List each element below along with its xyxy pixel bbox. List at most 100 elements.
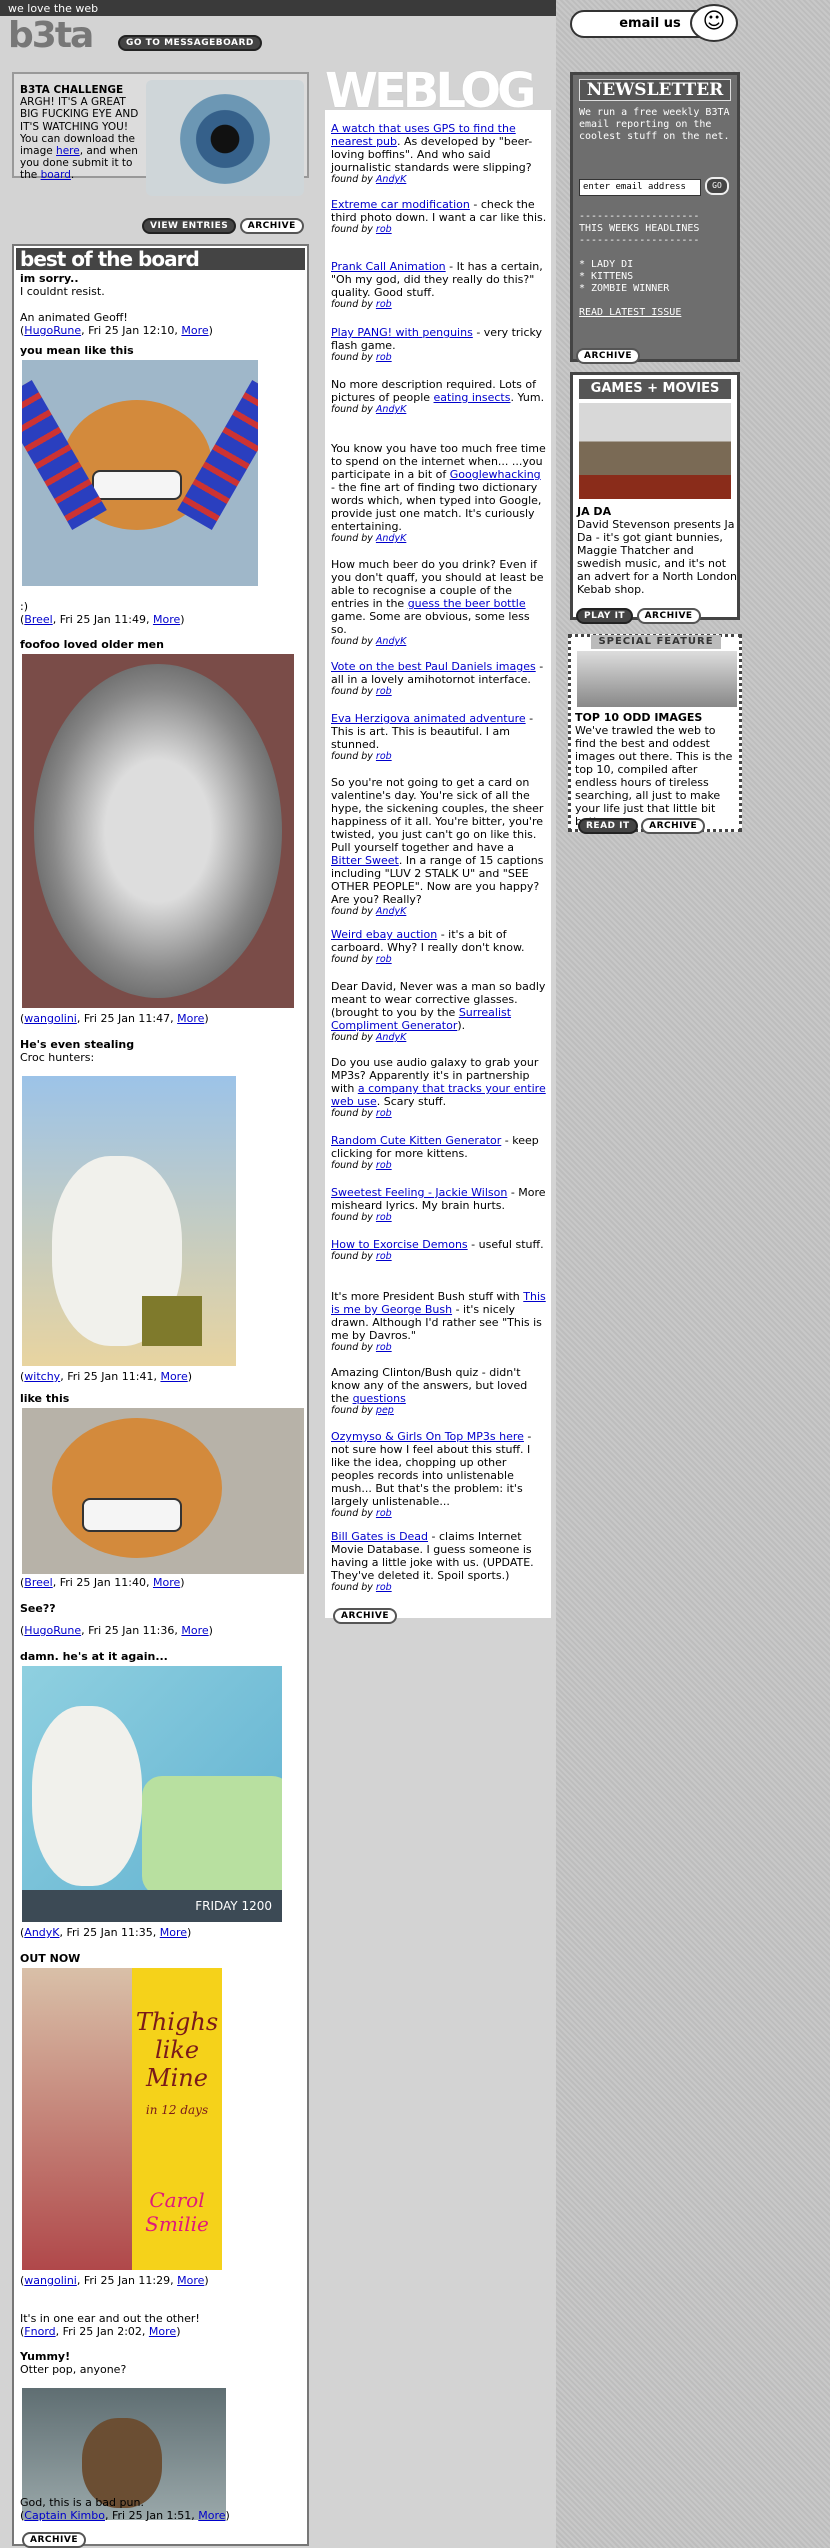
- found-by-link[interactable]: AndyK: [376, 906, 406, 917]
- cat-monster-image[interactable]: [22, 360, 258, 586]
- post-author-link[interactable]: witchy: [24, 1370, 60, 1383]
- found-by-link[interactable]: rob: [376, 686, 392, 697]
- post-more-link[interactable]: More: [177, 2274, 204, 2287]
- post-more-link[interactable]: More: [153, 1576, 180, 1589]
- post-more-link[interactable]: More: [177, 1012, 204, 1025]
- post-author-link[interactable]: HugoRune: [24, 1624, 81, 1637]
- entry-link[interactable]: Weird ebay auction: [331, 928, 437, 941]
- post-date: Fri 25 Jan 11:47: [83, 1012, 171, 1025]
- found-by-link[interactable]: rob: [376, 1160, 392, 1171]
- weblog-archive-button[interactable]: ARCHIVE: [333, 1608, 397, 1624]
- post-author-link[interactable]: Breel: [24, 613, 52, 626]
- entry-link[interactable]: Random Cute Kitten Generator: [331, 1134, 501, 1147]
- entry-link[interactable]: Prank Call Animation: [331, 260, 446, 273]
- play-it-button[interactable]: PLAY IT: [576, 608, 634, 624]
- challenge-download-link[interactable]: here: [56, 145, 80, 157]
- foofoo-vintage-image[interactable]: [22, 654, 294, 1008]
- entry-link[interactable]: Play PANG! with penguins: [331, 326, 473, 339]
- board-post: See??: [20, 1602, 303, 1615]
- view-entries-button[interactable]: VIEW ENTRIES: [142, 218, 237, 234]
- found-by-link[interactable]: rob: [376, 1342, 392, 1353]
- found-by-link[interactable]: rob: [376, 751, 392, 762]
- found-by: found by rob: [331, 1160, 547, 1172]
- board-archive-button[interactable]: ARCHIVE: [22, 2532, 86, 2548]
- post-author-link[interactable]: wangolini: [24, 2274, 77, 2287]
- entry-link[interactable]: How to Exorcise Demons: [331, 1238, 468, 1251]
- cat-teeth-image[interactable]: [22, 1408, 304, 1574]
- entry-link[interactable]: Extreme car modification: [331, 198, 470, 211]
- games-archive-button[interactable]: ARCHIVE: [636, 608, 701, 624]
- special-archive-button[interactable]: ARCHIVE: [641, 818, 706, 834]
- b3ta-logo[interactable]: b3ta: [8, 16, 94, 56]
- found-by-link[interactable]: AndyK: [376, 1032, 406, 1043]
- found-by-link[interactable]: rob: [376, 299, 392, 310]
- post-author-link[interactable]: Captain Kimbo: [24, 2509, 105, 2522]
- read-it-button[interactable]: READ IT: [578, 818, 638, 834]
- post-author-link[interactable]: wangolini: [24, 1012, 77, 1025]
- newsletter-go-button[interactable]: GO: [705, 177, 729, 195]
- polar-bear-map-image[interactable]: FRIDAY 1200: [22, 1666, 282, 1922]
- entry-link[interactable]: questions: [353, 1392, 406, 1405]
- eye-image[interactable]: [146, 80, 304, 196]
- read-latest-issue-link[interactable]: READ LATEST ISSUE: [579, 307, 733, 319]
- weblog-entry: Random Cute Kitten Generator - keep clic…: [331, 1134, 547, 1172]
- found-by-link[interactable]: rob: [376, 1251, 392, 1262]
- found-by-link[interactable]: AndyK: [376, 174, 406, 185]
- thighs-like-mine-image[interactable]: Thighs like Mine in 12 days Carol Smilie: [22, 1968, 222, 2270]
- found-by: found by pep: [331, 1405, 547, 1417]
- weblog-entry: Dear David, Never was a man so badly mea…: [331, 980, 547, 1044]
- challenge-archive-button[interactable]: ARCHIVE: [239, 218, 304, 234]
- entry-link[interactable]: Vote on the best Paul Daniels images: [331, 660, 536, 673]
- post-more-link[interactable]: More: [198, 2509, 225, 2522]
- newsletter-email-input[interactable]: enter email address: [579, 179, 701, 196]
- found-by-link[interactable]: AndyK: [376, 404, 406, 415]
- post-author-link[interactable]: Fnord: [24, 2325, 55, 2338]
- weblog-entry: How much beer do you drink? Even if you …: [331, 558, 547, 648]
- post-author-link[interactable]: AndyK: [24, 1926, 59, 1939]
- entry-link[interactable]: Eva Herzigova animated adventure: [331, 712, 526, 725]
- found-by-link[interactable]: rob: [376, 224, 392, 235]
- entry-link[interactable]: eating insects: [434, 391, 511, 404]
- post-more-link[interactable]: More: [149, 2325, 176, 2338]
- found-by-link[interactable]: AndyK: [376, 636, 406, 647]
- newsletter-archive-button[interactable]: ARCHIVE: [576, 348, 640, 364]
- entry-link[interactable]: Bitter Sweet: [331, 854, 399, 867]
- found-by-link[interactable]: rob: [376, 1212, 392, 1223]
- found-by-prefix: found by: [331, 352, 376, 363]
- polar-bear-croc-hunter-image[interactable]: [22, 1076, 236, 1366]
- post-date: Fri 25 Jan 11:40: [59, 1576, 146, 1589]
- eye-iris: [180, 94, 270, 184]
- post-author-link[interactable]: HugoRune: [24, 324, 81, 337]
- post-title: He's even stealing: [20, 1038, 135, 1051]
- found-by-link[interactable]: rob: [376, 352, 392, 363]
- found-by-link[interactable]: rob: [376, 1108, 392, 1119]
- post-title: See??: [20, 1602, 56, 1615]
- entry-link[interactable]: Bill Gates is Dead: [331, 1530, 428, 1543]
- found-by-prefix: found by: [331, 404, 376, 415]
- found-by-prefix: found by: [331, 533, 376, 544]
- post-more-link[interactable]: More: [181, 324, 208, 337]
- entry-text: . Yum.: [510, 391, 545, 404]
- found-by-link[interactable]: rob: [376, 1508, 392, 1519]
- post-date: Fri 25 Jan 11:41: [67, 1370, 154, 1383]
- weblog-entry: Sweetest Feeling - Jackie Wilson - More …: [331, 1186, 547, 1224]
- entry-link[interactable]: Googlewhacking: [450, 468, 541, 481]
- post-more-link[interactable]: More: [160, 1926, 187, 1939]
- entry-link[interactable]: Ozymyso & Girls On Top MP3s here: [331, 1430, 524, 1443]
- post-more-link[interactable]: More: [181, 1624, 208, 1637]
- entry-link[interactable]: guess the beer bottle: [408, 597, 526, 610]
- found-by-link[interactable]: rob: [376, 954, 392, 965]
- post-more-link[interactable]: More: [153, 613, 180, 626]
- found-by-link[interactable]: rob: [376, 1582, 392, 1593]
- post-author-link[interactable]: Breel: [24, 1576, 52, 1589]
- challenge-board-link[interactable]: board: [41, 169, 71, 181]
- found-by-link[interactable]: AndyK: [376, 533, 406, 544]
- weblog-entry: Prank Call Animation - It has a certain,…: [331, 260, 547, 311]
- found-by: found by rob: [331, 1508, 547, 1520]
- entry-link[interactable]: Sweetest Feeling - Jackie Wilson: [331, 1186, 507, 1199]
- messageboard-button[interactable]: GO TO MESSAGEBOARD: [118, 35, 262, 51]
- found-by-link[interactable]: pep: [376, 1405, 394, 1416]
- odd-images-thumbnail[interactable]: [577, 651, 737, 707]
- ja-da-image[interactable]: [579, 403, 731, 499]
- post-more-link[interactable]: More: [160, 1370, 187, 1383]
